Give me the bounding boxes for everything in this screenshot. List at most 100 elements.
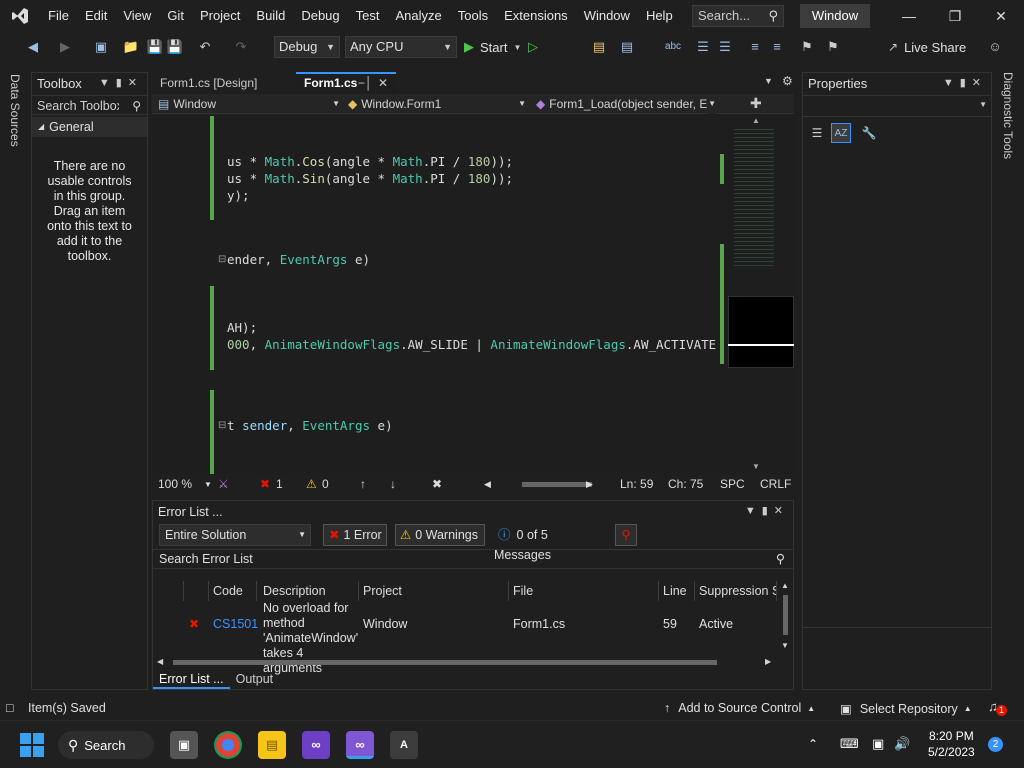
toolbox-panel-buttons[interactable]: ▼▮✕ <box>99 76 143 89</box>
visual-studio-icon[interactable]: ∞ <box>302 731 330 759</box>
network-icon[interactable]: ▣ <box>872 736 884 752</box>
file-explorer-icon[interactable]: ▤ <box>258 731 286 759</box>
project-dropdown[interactable]: ▤ Window ▼ <box>158 94 340 114</box>
code-editor[interactable]: us * Math.Cos(angle * Math.PI / 180)); u… <box>172 114 720 474</box>
solution-name-badge[interactable]: Window <box>800 4 870 28</box>
horizontal-scrollbar-thumb[interactable] <box>522 482 592 487</box>
add-to-source-control-button[interactable]: ↑ Add to Source Control ▲ <box>664 701 815 715</box>
solution-explorer-icon[interactable]: ▤ <box>590 38 608 56</box>
pin-icon[interactable]: −│ <box>358 74 373 93</box>
notification-center-badge[interactable]: 2 <box>988 737 1003 752</box>
clock[interactable]: 8:20 PM 5/2/2023 <box>928 728 975 760</box>
search-input[interactable]: Search... ⚲ <box>692 5 784 27</box>
errors-filter-button[interactable]: ✖ 1 Error <box>323 524 387 546</box>
scroll-down-icon[interactable]: ▼ <box>752 462 760 471</box>
visual-studio-active-icon[interactable]: ∞ <box>346 731 374 759</box>
visual-studio-logo-icon[interactable] <box>0 0 40 32</box>
menu-analyze[interactable]: Analyze <box>387 0 449 32</box>
close-tab-icon[interactable]: ✕ <box>378 74 388 93</box>
tab-form1-design[interactable]: Form1.cs [Design] <box>152 72 294 94</box>
menu-view[interactable]: View <box>115 0 159 32</box>
bookmark-icon[interactable]: ⚑ <box>798 38 816 56</box>
redo-icon[interactable]: ↷ <box>232 38 250 56</box>
error-count[interactable]: 1 <box>276 477 283 491</box>
tab-overflow-icon[interactable]: ▼ <box>764 76 773 86</box>
menu-help[interactable]: Help <box>638 0 681 32</box>
scrollbar-thumb[interactable] <box>173 660 717 665</box>
open-folder-icon[interactable]: 📁 <box>122 38 140 56</box>
close-window-icon[interactable]: ✕ <box>978 0 1024 32</box>
scroll-left-icon[interactable]: ◀ <box>484 479 491 490</box>
navigate-forward-icon[interactable]: ▶ <box>56 38 74 56</box>
warning-icon[interactable]: ⚠ <box>306 477 317 491</box>
object-selector-dropdown[interactable]: ▼ <box>803 95 991 117</box>
navigate-back-icon[interactable]: ◀ <box>24 38 42 56</box>
code-cleanup-icon[interactable]: ✖ <box>432 477 442 491</box>
platform-dropdown[interactable]: Any CPU ▼ <box>345 36 457 58</box>
task-view-icon[interactable]: ▣ <box>170 731 198 759</box>
menu-project[interactable]: Project <box>192 0 248 32</box>
scroll-down-icon[interactable]: ▼ <box>781 641 789 650</box>
save-icon[interactable]: 💾 <box>146 38 164 56</box>
start-button[interactable]: ▶ Start ▼ <box>464 38 521 56</box>
menu-window[interactable]: Window <box>576 0 638 32</box>
error-icon[interactable]: ✖ <box>260 477 270 491</box>
select-repository-button[interactable]: ▣ Select Repository ▲ <box>840 701 972 717</box>
filter-column-header[interactable] <box>183 581 209 601</box>
save-all-icon[interactable]: 💾 <box>166 38 184 56</box>
line-ending[interactable]: CRLF <box>760 477 791 491</box>
vertical-scrollbar[interactable]: ▲ ▼ <box>781 581 791 653</box>
scroll-right-icon[interactable]: ▶ <box>765 657 771 666</box>
uncomment-icon[interactable]: ≡ <box>768 38 786 56</box>
scroll-up-icon[interactable]: ▲ <box>781 581 789 590</box>
scroll-left-icon[interactable]: ◀ <box>157 657 163 666</box>
scroll-up-icon[interactable]: ▲ <box>752 116 760 125</box>
notifications-button[interactable]: ♫ 1 <box>988 699 1007 716</box>
next-issue-icon[interactable]: ↓ <box>390 477 396 491</box>
comment-icon[interactable]: ≡ <box>746 38 764 56</box>
error-list-panel-buttons[interactable]: ▼▮✕ <box>745 504 789 517</box>
tab-error-list[interactable]: Error List ... <box>153 669 230 689</box>
error-code-link[interactable]: CS1501 <box>213 617 258 631</box>
spell-check-icon[interactable]: abc <box>664 38 682 56</box>
messages-filter-button[interactable]: ⓘ 0 of 5 Messages <box>493 524 605 562</box>
intellicode-icon[interactable]: ⚔ <box>218 477 229 491</box>
minimap-viewport[interactable] <box>728 296 794 368</box>
toolbox-search-input[interactable]: Search Toolbox ⚲ <box>32 95 147 115</box>
error-list-search-input[interactable]: Search Error List ⚲ <box>153 549 793 569</box>
error-scope-dropdown[interactable]: Entire Solution ▼ <box>159 524 311 546</box>
categorized-icon[interactable]: ☰ <box>807 123 827 143</box>
start-without-debugging-icon[interactable]: ▷ <box>524 38 542 56</box>
settings-gear-icon[interactable]: ⚙ <box>782 74 793 88</box>
previous-issue-icon[interactable]: ↑ <box>360 477 366 491</box>
column-project[interactable]: Project <box>359 581 509 601</box>
collapse-icon[interactable]: ⊟ <box>218 254 226 265</box>
menu-git[interactable]: Git <box>159 0 192 32</box>
column-suppression[interactable]: Suppression Sta <box>695 581 777 601</box>
menu-edit[interactable]: Edit <box>77 0 115 32</box>
menu-build[interactable]: Build <box>248 0 293 32</box>
align-icon[interactable]: ☰ <box>694 38 712 56</box>
properties-panel-buttons[interactable]: ▼▮✕ <box>943 76 987 89</box>
class-dropdown[interactable]: ◆ Window.Form1 ▼ <box>348 94 526 114</box>
data-sources-tab[interactable]: Data Sources <box>8 74 22 147</box>
taskbar-search-button[interactable]: ⚲ Search <box>58 731 154 759</box>
chrome-icon[interactable] <box>214 731 242 759</box>
zoom-level[interactable]: 100 % <box>158 477 192 491</box>
tab-output[interactable]: Output <box>230 669 280 689</box>
keyboard-icon[interactable]: ⌨ <box>840 736 859 752</box>
warning-count[interactable]: 0 <box>322 477 329 491</box>
property-pages-icon[interactable]: 🔧 <box>859 123 879 143</box>
live-share-button[interactable]: ↗ Live Share <box>888 38 966 56</box>
tab-form1-cs[interactable]: Form1.cs −│ ✕ <box>296 72 396 94</box>
member-dropdown[interactable]: ◆ Form1_Load(object sender, E ▼ <box>536 94 716 114</box>
editor-scrollbar-map[interactable]: ▲ ▼ <box>720 114 794 474</box>
table-row[interactable]: ✖ CS1501 No overload for method 'Animate… <box>153 601 777 675</box>
restore-icon[interactable]: ❐ <box>932 0 978 32</box>
horizontal-scrollbar[interactable]: ◀ ▶ <box>157 657 777 667</box>
show-hidden-icons-chevron[interactable]: ⌃ <box>808 737 818 751</box>
minimize-icon[interactable]: — <box>886 0 932 32</box>
diagnostic-tools-tab[interactable]: Diagnostic Tools <box>1001 72 1015 159</box>
feedback-icon[interactable]: ☺ <box>986 38 1004 56</box>
app-window-icon[interactable]: A <box>390 731 418 759</box>
